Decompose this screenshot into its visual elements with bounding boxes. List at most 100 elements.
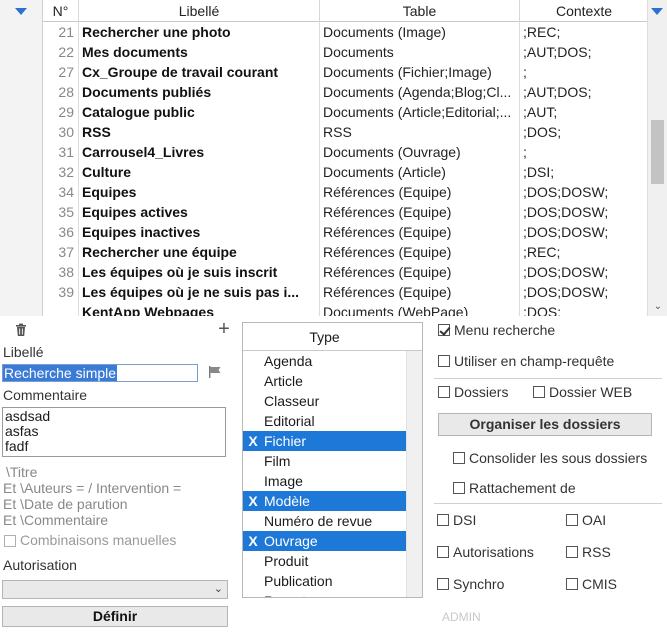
scroll-down-icon[interactable]: ⌄ — [648, 301, 667, 312]
table-row[interactable]: 38 Les équipes où je suis inscrit Référenc… — [43, 262, 647, 282]
champ-requete-label: Utiliser en champ-requête — [454, 353, 615, 369]
column-header-libelle[interactable]: Libellé — [79, 0, 320, 22]
table-row[interactable]: 22 Mes documents Documents ;AUT;DOS; — [43, 42, 647, 62]
table-row[interactable]: KentApp Webpages Documents (WebPage) ;DOS; — [43, 302, 647, 316]
champ-requete-checkbox[interactable] — [438, 355, 450, 367]
grid-table: N° Libellé Table Contexte 21 Rechercher u… — [42, 0, 647, 316]
row-contexte: ;DOS; — [523, 124, 562, 140]
type-item[interactable]: Publication — [243, 571, 406, 591]
organiser-dossiers-button[interactable]: Organiser les dossiers — [438, 413, 652, 436]
row-libelle: Rechercher une équipe — [79, 242, 320, 262]
grid-scrollbar[interactable]: ⌄ — [647, 0, 667, 316]
type-list-header: Type — [243, 323, 422, 351]
grid-columns-menu-icon[interactable] — [651, 8, 663, 15]
type-list-scrollbar[interactable] — [406, 351, 422, 597]
row-libelle: Carrousel4_Livres — [79, 142, 320, 162]
consolider-checkbox[interactable] — [453, 452, 465, 464]
table-row[interactable]: 35 Equipes actives Références (Equipe) ;DOS… — [43, 202, 647, 222]
type-item[interactable]: Produit — [243, 551, 406, 571]
row-contexte: ;AUT;DOS; — [523, 44, 592, 60]
column-header-num[interactable]: N° — [43, 0, 79, 22]
table-row[interactable]: 21 Rechercher une photo Documents (Image);… — [43, 22, 647, 42]
autorisation-label: Autorisation — [3, 557, 77, 573]
type-item[interactable]: Article — [243, 371, 406, 391]
table-row[interactable]: 37 Rechercher une équipe Références (Equip… — [43, 242, 647, 262]
type-item-label: Article — [264, 373, 303, 389]
table-row[interactable]: 30 RSS RSS ;DOS; — [43, 122, 647, 142]
column-header-table[interactable]: Table — [320, 0, 520, 22]
row-number: 27 — [43, 62, 79, 82]
row-number: 34 — [43, 182, 79, 202]
autorisations-checkbox[interactable] — [437, 546, 449, 558]
table-row[interactable]: 36 Equipes inactives Références (Equipe) ;D… — [43, 222, 647, 242]
type-item[interactable]: X Ouvrage — [243, 531, 406, 551]
oai-checkbox[interactable] — [566, 514, 578, 526]
commentaire-line: asdsad — [5, 408, 51, 424]
row-table: Références (Equipe) — [320, 262, 520, 282]
type-item[interactable]: Agenda — [243, 351, 406, 371]
table-row[interactable]: 29 Catalogue public Documents (Article;Edi… — [43, 102, 647, 122]
row-contexte: ;AUT;DOS; — [523, 84, 592, 100]
commentaire-line: asfas — [5, 423, 39, 439]
row-number: 29 — [43, 102, 79, 122]
row-number: 21 — [43, 22, 79, 42]
divider — [434, 503, 662, 504]
divider — [434, 378, 662, 379]
type-item-label: Numéro de revue — [264, 513, 373, 529]
rss-checkbox[interactable] — [566, 546, 578, 558]
row-number — [43, 302, 79, 316]
consolider-label: Consolider les sous dossiers — [469, 450, 648, 466]
trash-icon[interactable] — [14, 323, 28, 337]
table-row[interactable]: 28 Documents publiés Documents (Agenda;Blo… — [43, 82, 647, 102]
grid-scroll-thumb[interactable] — [651, 120, 664, 184]
template-line: Et \Commentaire — [3, 512, 109, 528]
type-item-label: Classeur — [264, 393, 320, 409]
row-table: Références (Equipe) — [320, 182, 520, 202]
table-row[interactable]: 27 Cx_Groupe de travail courant Documents … — [43, 62, 647, 82]
type-item[interactable]: Film — [243, 451, 406, 471]
table-row[interactable]: 32 Culture Documents (Article) ;DSI; — [43, 162, 647, 182]
row-libelle: Catalogue public — [79, 102, 320, 122]
autorisation-select[interactable]: ⌄ — [2, 580, 228, 599]
row-table: Documents (Article) — [320, 162, 520, 182]
type-item[interactable]: Classeur — [243, 391, 406, 411]
row-contexte: ;DOS; — [523, 304, 562, 316]
type-item[interactable]: Image — [243, 471, 406, 491]
synchro-checkbox[interactable] — [437, 578, 449, 590]
libelle-value: Recherche simple — [3, 365, 118, 381]
dossier-web-checkbox[interactable] — [533, 386, 545, 398]
rattachement-checkbox[interactable] — [453, 482, 465, 494]
rattachement-label: Rattachement de — [469, 480, 576, 496]
definir-button[interactable]: Définir — [2, 606, 228, 627]
table-row[interactable]: 39 Les équipes où je ne suis pas i... Réfé… — [43, 282, 647, 302]
type-item[interactable]: X Modèle — [243, 491, 406, 511]
oai-label: OAI — [582, 512, 607, 528]
type-item[interactable]: Editorial — [243, 411, 406, 431]
libelle-label: Libellé — [3, 344, 44, 360]
cmis-checkbox[interactable] — [566, 578, 578, 590]
combinaisons-checkbox[interactable] — [4, 535, 16, 547]
flag-icon[interactable] — [208, 365, 222, 379]
add-icon[interactable]: + — [216, 319, 232, 339]
row-libelle: Les équipes où je ne suis pas i... — [79, 282, 320, 302]
grid-menu-icon[interactable] — [15, 8, 27, 15]
dsi-checkbox[interactable] — [437, 514, 449, 526]
row-table: Documents — [320, 42, 520, 62]
commentaire-textarea[interactable]: asdsad asfas fadf — [2, 407, 226, 457]
table-row[interactable]: 34 Equipes Références (Equipe) ;DOS;DOSW; — [43, 182, 647, 202]
type-item-label: Ouvrage — [264, 533, 318, 549]
libelle-input[interactable]: Recherche simple — [2, 364, 198, 382]
type-item[interactable]: Reportage — [243, 591, 406, 597]
row-table: Documents (Ouvrage) — [320, 142, 520, 162]
grid-row-gutter — [0, 0, 42, 316]
dossiers-checkbox[interactable] — [438, 386, 450, 398]
type-item[interactable]: Numéro de revue — [243, 511, 406, 531]
row-contexte: ;REC; — [523, 244, 561, 260]
table-row[interactable]: 31 Carrousel4_Livres Documents (Ouvrage); — [43, 142, 647, 162]
row-contexte: ; — [523, 144, 527, 160]
row-contexte: ;DSI; — [523, 164, 555, 180]
column-header-contexte[interactable]: Contexte — [520, 0, 647, 22]
type-item[interactable]: X Fichier — [243, 431, 406, 451]
menu-recherche-checkbox[interactable] — [438, 324, 450, 336]
template-line: \Titre — [6, 464, 38, 480]
